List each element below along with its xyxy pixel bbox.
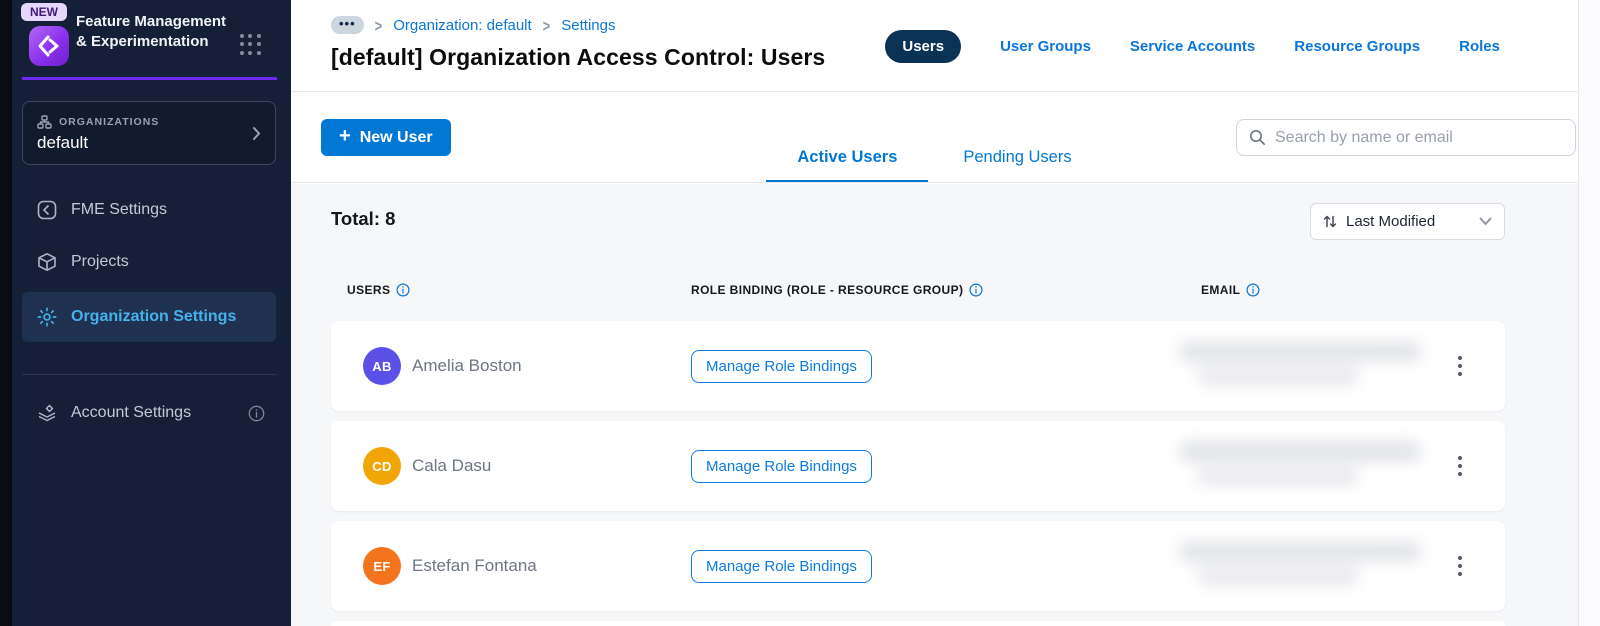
scroll-gutter (1578, 0, 1600, 626)
sidebar-item-projects[interactable]: Projects (22, 240, 276, 284)
user-name: Estefan Fontana (412, 556, 537, 575)
info-icon[interactable] (396, 283, 410, 297)
page-header: ••• > Organization: default > Settings [… (291, 0, 1578, 92)
main-area: ••• > Organization: default > Settings [… (291, 0, 1578, 626)
column-header-role-binding: ROLE BINDING (ROLE - RESOURCE GROUP) (691, 283, 983, 297)
next-row-card-partial (331, 621, 1505, 626)
organizations-label: ORGANIZATIONS (59, 116, 160, 128)
sidebar-item-account-settings[interactable]: Account Settings (22, 391, 276, 435)
user-tabs: Active Users Pending Users (291, 148, 1578, 182)
sort-arrows-icon (1323, 214, 1337, 229)
total-count: Total: 8 (331, 208, 396, 229)
search-icon (1249, 129, 1266, 146)
sidebar-item-label: Account Settings (71, 404, 192, 421)
cube-icon (36, 251, 58, 273)
tab-active-users[interactable]: Active Users (766, 148, 929, 182)
email-redacted (1180, 439, 1430, 495)
email-redacted (1180, 339, 1430, 395)
user-rows: AB Amelia Boston Manage Role Bindings CD… (331, 321, 1505, 621)
breadcrumb-link-organization[interactable]: Organization: default (393, 17, 531, 34)
chevron-down-icon (1479, 217, 1492, 226)
plus-icon: + (339, 125, 351, 147)
info-icon[interactable] (969, 283, 983, 297)
org-sitemap-icon (37, 115, 52, 129)
background-window-edge (0, 0, 12, 626)
user-name: Amelia Boston (412, 356, 522, 375)
kebab-menu-icon[interactable] (1448, 547, 1472, 585)
nav-tab-roles[interactable]: Roles (1459, 38, 1500, 55)
column-header-email: EMAIL (1201, 283, 1260, 297)
page-title: [default] Organization Access Control: U… (331, 44, 826, 70)
kebab-menu-icon[interactable] (1448, 347, 1472, 385)
sidebar-item-label: Projects (71, 253, 129, 270)
breadcrumb-separator: > (542, 15, 551, 35)
purple-accent-rule (22, 77, 277, 80)
sidebar-item-label: FME Settings (71, 201, 168, 218)
nav-tab-service-accounts[interactable]: Service Accounts (1130, 38, 1255, 55)
new-badge: NEW (21, 3, 67, 21)
chevron-right-icon (252, 126, 261, 141)
email-redacted (1180, 539, 1430, 595)
organization-value: default (37, 133, 89, 152)
fme-logo-icon (29, 26, 69, 66)
gear-icon (36, 306, 58, 328)
nav-tab-users[interactable]: Users (885, 29, 962, 63)
users-panel: Total: 8 Last Modified USERS ROLE BINDIN… (291, 184, 1578, 626)
kebab-menu-icon[interactable] (1448, 447, 1472, 485)
avatar: CD (363, 447, 401, 485)
sort-label: Last Modified (1346, 213, 1436, 230)
toolbar: + New User Active Users Pending Users (291, 92, 1578, 183)
user-row: EF Estefan Fontana Manage Role Bindings (331, 521, 1505, 611)
access-control-nav: Users User Groups Service Accounts Resou… (885, 0, 1500, 92)
table-header-row: USERS ROLE BINDING (ROLE - RESOURCE GROU… (331, 283, 1505, 303)
breadcrumb: ••• > Organization: default > Settings (331, 15, 615, 35)
breadcrumb-ellipsis-icon[interactable]: ••• (331, 16, 364, 34)
breadcrumb-link-settings[interactable]: Settings (561, 17, 615, 34)
avatar: EF (363, 547, 401, 585)
organization-selector[interactable]: ORGANIZATIONS default (22, 101, 276, 165)
tab-pending-users[interactable]: Pending Users (932, 148, 1102, 182)
breadcrumb-separator: > (374, 15, 383, 35)
info-icon[interactable] (1246, 283, 1260, 297)
app-switcher-grid-icon[interactable] (240, 34, 262, 56)
user-name: Cala Dasu (412, 456, 492, 475)
sidebar-item-label: Organization Settings (71, 308, 237, 325)
manage-role-bindings-button[interactable]: Manage Role Bindings (691, 350, 872, 383)
fme-settings-icon (36, 199, 58, 221)
nav-tab-resource-groups[interactable]: Resource Groups (1294, 38, 1420, 55)
search-input[interactable] (1275, 128, 1563, 147)
user-row: CD Cala Dasu Manage Role Bindings (331, 421, 1505, 511)
manage-role-bindings-button[interactable]: Manage Role Bindings (691, 550, 872, 583)
sort-dropdown[interactable]: Last Modified (1310, 203, 1505, 240)
manage-role-bindings-button[interactable]: Manage Role Bindings (691, 450, 872, 483)
sidebar-divider (22, 374, 277, 375)
layers-gear-icon (36, 402, 58, 424)
user-row: AB Amelia Boston Manage Role Bindings (331, 321, 1505, 411)
avatar: AB (363, 347, 401, 385)
sidebar-item-organization-settings[interactable]: Organization Settings (22, 292, 276, 342)
sidebar-item-fme-settings[interactable]: FME Settings (22, 188, 276, 232)
sidebar: NEW Feature Management & Experimentation… (12, 0, 291, 626)
account-settings-info-icon[interactable] (248, 405, 265, 422)
nav-tab-user-groups[interactable]: User Groups (1000, 38, 1091, 55)
column-header-users: USERS (347, 283, 410, 297)
app-title: Feature Management & Experimentation (76, 13, 227, 50)
